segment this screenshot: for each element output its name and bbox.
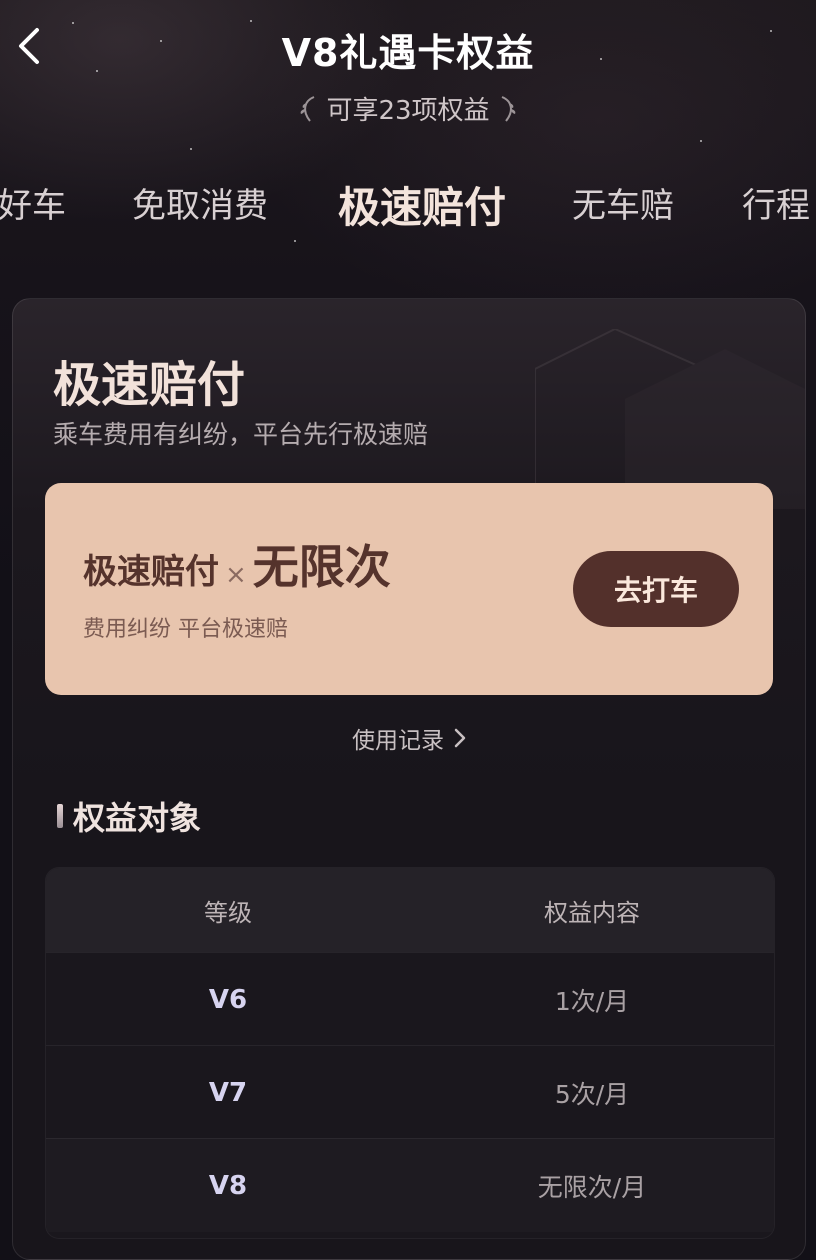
content-cell: 无限次/月 xyxy=(537,1172,647,1202)
subtitle: 可享23项权益 xyxy=(0,90,816,127)
laurel-right-icon xyxy=(501,95,515,122)
benefit-count-label: 可享23项权益 xyxy=(326,96,490,126)
tab-trip[interactable]: 行程 xyxy=(742,178,810,227)
benefit-tabs: 好车 免取消费 极速赔付 无车赔 行程 xyxy=(0,178,816,238)
usage-record-label: 使用记录 xyxy=(352,728,444,754)
sparkle-decoration xyxy=(700,140,702,142)
section-title: 权益对象 xyxy=(57,793,201,839)
table-header: 等级 权益内容 xyxy=(46,868,774,952)
take-ride-button[interactable]: 去打车 xyxy=(573,551,739,627)
tab-fast-compensation[interactable]: 极速赔付 xyxy=(338,178,506,235)
page-title: V8礼遇卡权益 xyxy=(281,31,535,75)
level-cell: V7 xyxy=(208,1077,248,1108)
section-marker xyxy=(57,804,63,828)
benefit-count: 无限次 xyxy=(252,540,391,594)
times-symbol: × xyxy=(225,560,247,590)
level-cell: V6 xyxy=(208,984,248,1015)
tab-good-car[interactable]: 好车 xyxy=(0,178,66,227)
table-row: V6 1次/月 xyxy=(46,952,774,1046)
chevron-right-icon xyxy=(454,728,466,748)
usage-record-link[interactable]: 使用记录 xyxy=(13,721,805,755)
background-decoration xyxy=(535,329,805,509)
table-row: V8 无限次/月 xyxy=(46,1138,774,1232)
card-description: 乘车费用有纠纷，平台先行极速赔 xyxy=(53,420,429,449)
section-title-text: 权益对象 xyxy=(73,799,202,837)
benefit-table: 等级 权益内容 V6 1次/月 V7 5次/月 V8 无限次/月 xyxy=(45,867,775,1239)
table-row: V7 5次/月 xyxy=(46,1045,774,1139)
benefit-summary: 极速赔付 × 无限次 xyxy=(83,531,391,597)
content-cell: 1次/月 xyxy=(554,986,630,1016)
tab-cancel-fee-waiver[interactable]: 免取消费 xyxy=(132,178,268,227)
column-header-content: 权益内容 xyxy=(544,898,640,927)
tab-no-car-compensation[interactable]: 无车赔 xyxy=(572,178,674,227)
page-header: V8礼遇卡权益 可享23项权益 xyxy=(0,0,816,140)
benefit-card: 极速赔付 乘车费用有纠纷，平台先行极速赔 极速赔付 × 无限次 费用纠纷 平台极… xyxy=(12,298,806,1260)
sparkle-decoration xyxy=(294,240,296,242)
benefit-note: 费用纠纷 平台极速赔 xyxy=(83,617,288,642)
level-cell: V8 xyxy=(208,1170,248,1201)
benefit-name: 极速赔付 xyxy=(83,552,219,592)
card-title: 极速赔付 xyxy=(53,357,246,413)
benefit-box: 极速赔付 × 无限次 费用纠纷 平台极速赔 去打车 xyxy=(45,483,773,695)
laurel-left-icon xyxy=(301,95,315,122)
content-cell: 5次/月 xyxy=(554,1079,630,1109)
sparkle-decoration xyxy=(190,148,192,150)
column-header-level: 等级 xyxy=(204,898,252,927)
